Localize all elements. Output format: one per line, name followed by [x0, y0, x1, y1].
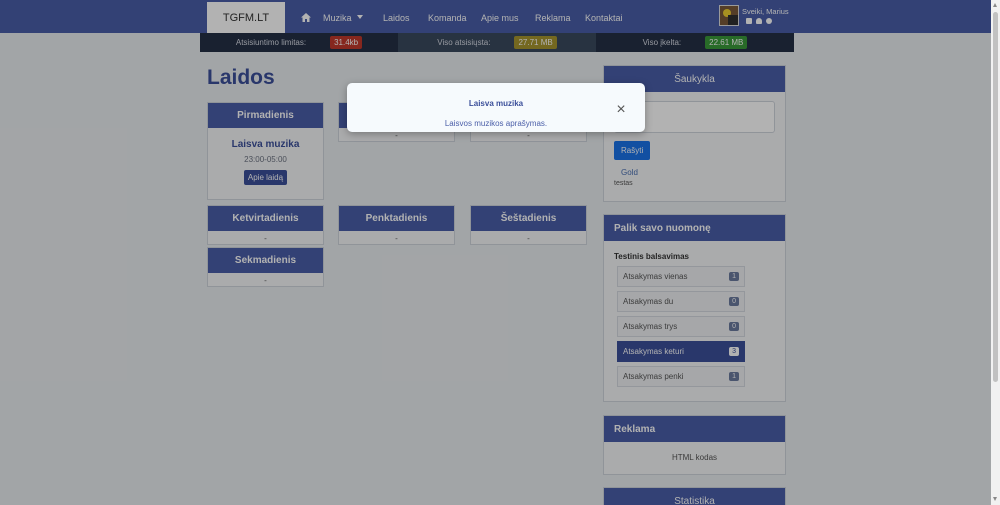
modal-body: Laisvos muzikos aprašymas. — [444, 119, 548, 128]
modal-title: Laisva muzika — [468, 99, 524, 108]
modal-backdrop[interactable] — [0, 0, 991, 505]
show-info-modal: Laisva muzika Laisvos muzikos aprašymas. — [347, 83, 645, 132]
scroll-down-arrow[interactable] — [993, 497, 997, 501]
scrollbar-thumb[interactable] — [993, 12, 998, 382]
page-scrollbar[interactable] — [991, 0, 1000, 505]
scroll-up-arrow[interactable] — [993, 3, 997, 7]
close-icon[interactable]: × — [614, 102, 628, 118]
